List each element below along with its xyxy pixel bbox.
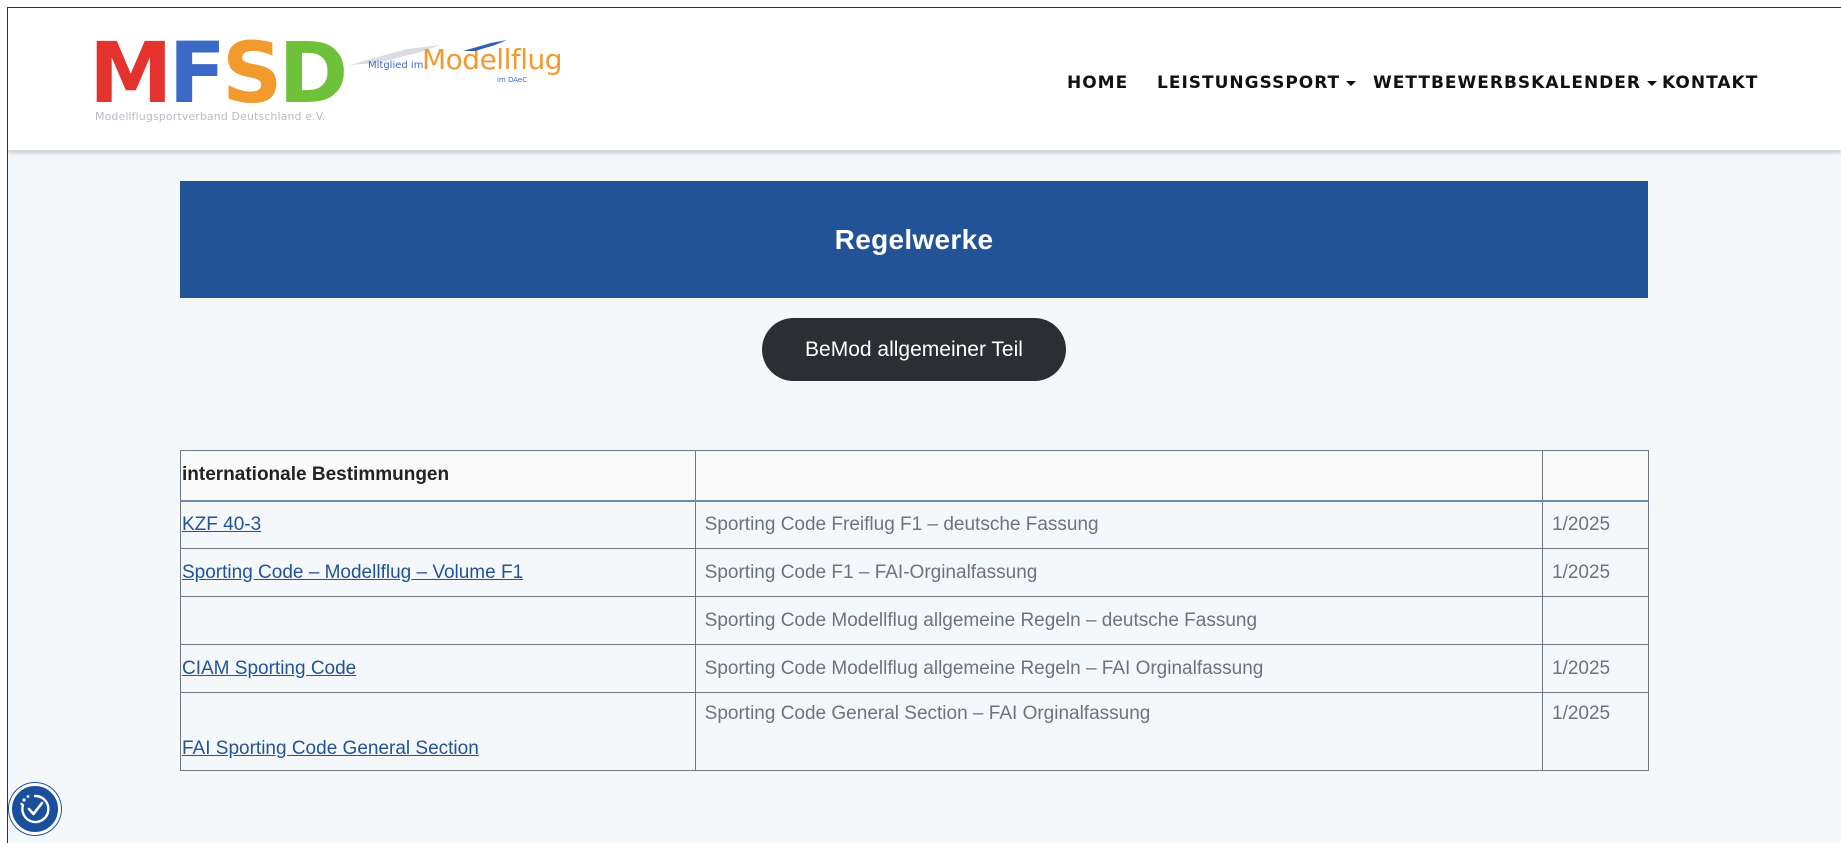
table-cell-link: Sporting Code – Modellflug – Volume F1 <box>180 548 696 597</box>
main-nav: HOME LEISTUNGSSPORT WETTBEWERBSKALENDER … <box>8 68 1841 98</box>
table-cell-description: Sporting Code Modellflug allgemeine Rege… <box>694 596 1544 645</box>
table-row: Sporting Code – Modellflug – Volume F1 S… <box>180 548 1649 597</box>
document-link[interactable]: KZF 40-3 <box>182 514 261 535</box>
bemod-button-label: BeMod allgemeiner Teil <box>805 337 1023 361</box>
table-header-cell <box>694 450 1544 502</box>
nav-kontakt[interactable]: KONTAKT <box>1662 68 1758 98</box>
table-cell-description: Sporting Code General Section – FAI Orgi… <box>694 692 1544 771</box>
table-cell-version: 1/2025 <box>1542 644 1649 693</box>
accessibility-icon <box>20 794 50 824</box>
table-header-cell <box>1542 450 1649 502</box>
document-link[interactable]: CIAM Sporting Code <box>182 658 356 679</box>
table-cell-description: Sporting Code Freiflug F1 – deutsche Fas… <box>694 500 1544 549</box>
nav-kontakt-label: KONTAKT <box>1662 73 1759 93</box>
page-title-banner: Regelwerke <box>180 181 1648 298</box>
table-cell-link: KZF 40-3 <box>180 500 696 549</box>
nav-home-label: HOME <box>1067 73 1129 93</box>
site-header: MFSD Modellflugsportverband Deutschland … <box>8 8 1841 151</box>
table-cell-link <box>180 596 696 645</box>
caret-down-icon <box>1346 80 1357 86</box>
page-frame: MFSD Modellflugsportverband Deutschland … <box>7 7 1841 843</box>
table-row: FAI Sporting Code General Section Sporti… <box>180 692 1649 771</box>
caret-down-icon <box>1647 80 1657 86</box>
nav-home[interactable]: HOME <box>1067 68 1128 98</box>
nav-wettbewerbskalender-label: WETTBEWERBSKALENDER <box>1373 73 1641 93</box>
table-header-row: internationale Bestimmungen <box>180 450 1649 502</box>
page-title: Regelwerke <box>834 223 994 255</box>
document-link[interactable]: FAI Sporting Code General Section <box>182 738 479 759</box>
modellflug-plane-icon <box>463 40 507 51</box>
table-row: Sporting Code Modellflug allgemeine Rege… <box>180 596 1649 645</box>
table-cell-link: FAI Sporting Code General Section <box>180 692 696 771</box>
nav-leistungssport-label: LEISTUNGSSPORT <box>1157 73 1341 93</box>
nav-leistungssport[interactable]: LEISTUNGSSPORT <box>1157 68 1357 98</box>
document-link[interactable]: Sporting Code – Modellflug – Volume F1 <box>182 562 523 583</box>
table-cell-version: 1/2025 <box>1542 692 1649 771</box>
rules-table: internationale Bestimmungen KZF 40-3 Spo… <box>180 450 1649 771</box>
table-cell-description: Sporting Code Modellflug allgemeine Rege… <box>694 644 1544 693</box>
nav-wettbewerbskalender[interactable]: WETTBEWERBSKALENDER <box>1373 68 1657 98</box>
bemod-button[interactable]: BeMod allgemeiner Teil <box>762 318 1066 381</box>
table-cell-version <box>1542 596 1649 645</box>
table-cell-description: Sporting Code F1 – FAI-Orginalfassung <box>694 548 1544 597</box>
table-row: KZF 40-3 Sporting Code Freiflug F1 – deu… <box>180 500 1649 549</box>
table-row: CIAM Sporting Code Sporting Code Modellf… <box>180 644 1649 693</box>
accessibility-button[interactable] <box>9 783 61 835</box>
table-cell-version: 1/2025 <box>1542 548 1649 597</box>
table-cell-link: CIAM Sporting Code <box>180 644 696 693</box>
logo-subtitle: Modellflugsportverband Deutschland e.V. <box>95 110 326 123</box>
table-cell-version: 1/2025 <box>1542 500 1649 549</box>
table-header-cell: internationale Bestimmungen <box>180 450 696 502</box>
